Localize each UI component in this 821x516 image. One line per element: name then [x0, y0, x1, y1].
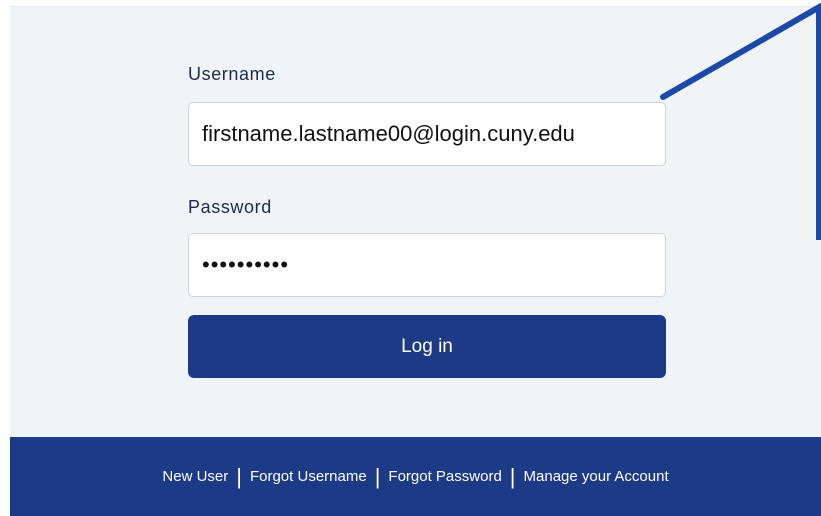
footer-link-manage-account[interactable]: Manage your Account [524, 468, 669, 485]
password-label: Password [188, 197, 272, 217]
footer-separator: | [509, 463, 516, 489]
footer-bar: New User | Forgot Username | Forgot Pass… [10, 437, 821, 516]
login-page: Username firstname.lastname00@login.cuny… [0, 0, 821, 516]
username-label: Username [188, 64, 276, 84]
login-button[interactable]: Log in [188, 315, 666, 378]
footer-separator: | [236, 463, 242, 489]
footer-link-forgot-password[interactable]: Forgot Password [388, 468, 501, 485]
footer-link-forgot-username[interactable]: Forgot Username [250, 468, 367, 485]
footer-link-new-user[interactable]: New User [162, 468, 228, 485]
username-input[interactable]: firstname.lastname00@login.cuny.edu [188, 102, 666, 166]
footer-separator: | [374, 463, 381, 489]
password-input[interactable]: •••••••••• [188, 233, 666, 297]
